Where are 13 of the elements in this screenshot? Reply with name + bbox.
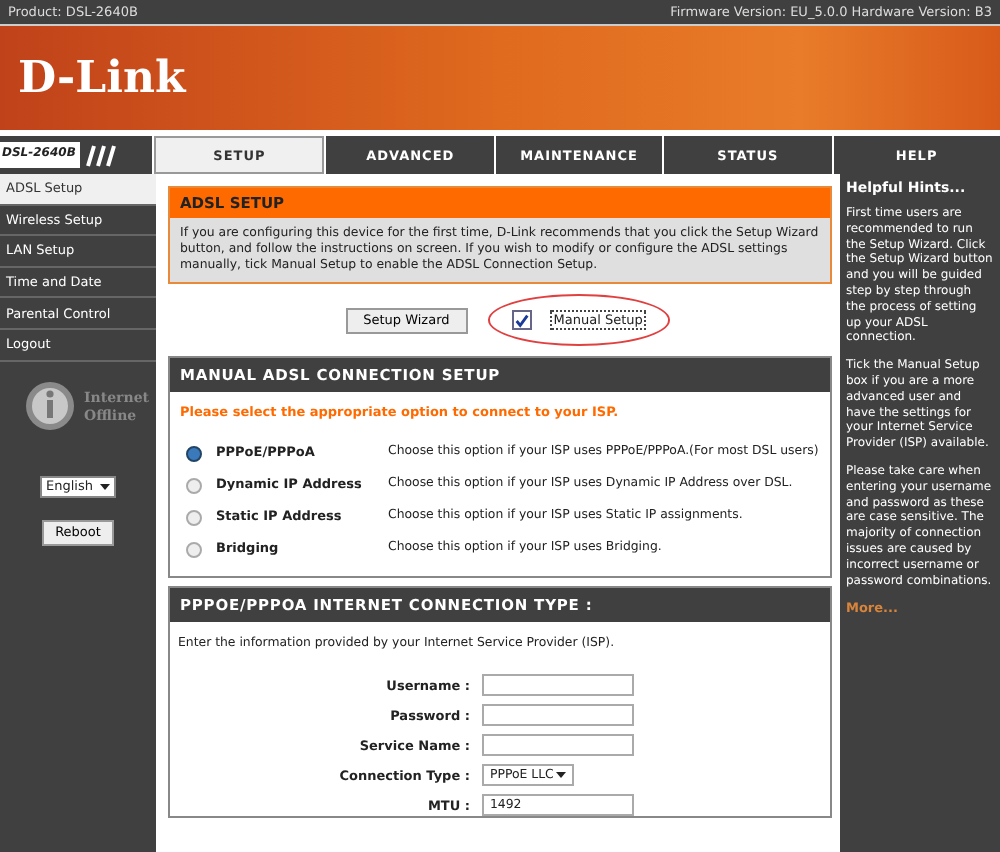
manual-setup-checkbox[interactable]	[511, 310, 532, 331]
radio-button[interactable]	[186, 510, 202, 527]
radio-button[interactable]	[186, 446, 202, 463]
dropdown-caret-icon	[100, 483, 110, 490]
info-globe-icon	[24, 379, 76, 432]
radio-button[interactable]	[186, 542, 202, 559]
slashes-icon	[86, 143, 118, 167]
input-field[interactable]	[482, 734, 634, 757]
input-field[interactable]	[482, 674, 634, 697]
input-field[interactable]	[482, 704, 634, 727]
logo: D-Link	[18, 52, 186, 104]
radio-button[interactable]	[186, 478, 202, 495]
dropdown-caret-icon	[556, 772, 566, 779]
